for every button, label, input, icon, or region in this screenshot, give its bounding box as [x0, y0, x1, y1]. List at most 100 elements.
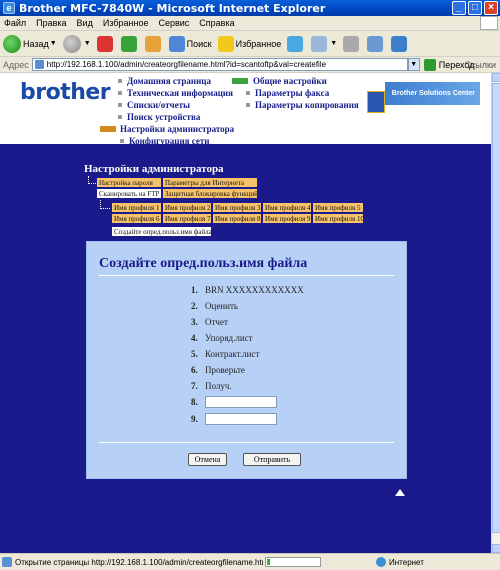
tab-profile-5[interactable]: Имя профиля 5: [312, 202, 364, 213]
nav-copy-settings-link[interactable]: Параметры копирования: [232, 99, 359, 111]
maximize-button[interactable]: □: [468, 1, 482, 15]
favorites-label: Избранное: [235, 38, 282, 49]
list-item: 4. Упоряд.лист: [191, 331, 253, 345]
vertical-scrollbar[interactable]: [491, 73, 500, 553]
nav-left: Домашняя страница Техническая информация…: [118, 75, 233, 123]
scroll-up-button[interactable]: [492, 73, 500, 82]
tab-profile-7[interactable]: Имя профиля 7: [162, 213, 212, 224]
solutions-center-link[interactable]: Brother Solutions Center: [385, 82, 480, 105]
minimize-button[interactable]: _: [452, 1, 466, 15]
window-title: Brother MFC-7840W - Microsoft Internet E…: [19, 1, 326, 15]
divider: [99, 275, 394, 276]
item-text: Получ.: [205, 381, 232, 391]
search-icon: [168, 35, 185, 52]
nav-label: Общие настройки: [253, 76, 327, 86]
back-button[interactable]: Назад ▼: [3, 34, 57, 53]
chevron-down-icon: ▼: [83, 40, 91, 47]
home-button[interactable]: [144, 35, 163, 52]
menu-bar: Файл Правка Вид Избранное Сервис Справка: [0, 16, 500, 31]
bullet-icon: [118, 115, 122, 119]
address-bar: Адрес http://192.168.1.100/admin/createo…: [0, 57, 500, 73]
tab-profile-9[interactable]: Имя профиля 9: [262, 213, 312, 224]
address-url: http://192.168.1.100/admin/createorgfile…: [46, 60, 327, 69]
menu-file[interactable]: Файл: [4, 18, 26, 28]
filename-8-input[interactable]: [205, 396, 277, 408]
item-number: 9.: [191, 414, 198, 424]
nav-find-device-link[interactable]: Поиск устройства: [118, 111, 233, 123]
forward-arrow-icon: [62, 34, 81, 53]
address-label: Адрес: [3, 59, 29, 70]
admin-title: Настройки администратора: [84, 163, 224, 175]
scroll-down-button[interactable]: [492, 544, 500, 553]
tab-scan-to-ftp[interactable]: Сканировать на FTP: [96, 188, 162, 199]
tab-create-filename[interactable]: Создайте опред.польз.имя файла: [111, 226, 212, 237]
submit-button[interactable]: Отправить: [243, 453, 301, 466]
tab-secure-lock[interactable]: Защитная блокировка функций: [162, 188, 258, 199]
close-button[interactable]: ×: [484, 1, 498, 15]
go-arrow-icon: [423, 58, 436, 71]
refresh-button[interactable]: [120, 35, 139, 52]
nav-label: Домашняя страница: [127, 76, 211, 86]
globe-icon: [376, 557, 386, 567]
key-icon: [232, 78, 248, 84]
menu-edit[interactable]: Правка: [36, 18, 66, 28]
tab-profile-1[interactable]: Имя профиля 1: [111, 202, 162, 213]
tab-profile-2[interactable]: Имя профиля 2: [162, 202, 212, 213]
page-icon: [34, 60, 44, 69]
tab-password[interactable]: Настройка пароля: [96, 177, 162, 188]
star-icon: [217, 35, 234, 52]
ie-icon: e: [3, 2, 15, 14]
address-dropdown-button[interactable]: ▼: [407, 58, 420, 71]
scroll-top-icon[interactable]: [395, 489, 405, 496]
nav-admin-settings-link[interactable]: Настройки администратора: [100, 123, 234, 135]
menu-tools[interactable]: Сервис: [158, 18, 189, 28]
nav-label: Параметры копирования: [255, 100, 359, 110]
edit-button[interactable]: [367, 35, 385, 52]
window-titlebar: e Brother MFC-7840W - Microsoft Internet…: [0, 0, 500, 16]
item-number: 2.: [191, 301, 198, 311]
chevron-down-icon: ▼: [330, 40, 338, 47]
address-input[interactable]: http://192.168.1.100/admin/createorgfile…: [31, 58, 408, 71]
links-button[interactable]: Ссылки: [464, 60, 496, 70]
search-button[interactable]: Поиск: [168, 35, 212, 52]
item-number: 4.: [191, 333, 198, 343]
nav-reports-link[interactable]: Списки/отчеты: [118, 99, 233, 111]
tree-line: [100, 200, 110, 209]
toolbar: Назад ▼ ▼ Поиск Избранное ▼: [0, 31, 500, 57]
menu-favorites[interactable]: Избранное: [103, 18, 149, 28]
nav-home-link[interactable]: Домашняя страница: [118, 75, 233, 87]
cancel-button[interactable]: Отмена: [188, 453, 227, 466]
print-button[interactable]: [343, 35, 361, 52]
create-filename-form: Создайте опред.польз.имя файла 1. BRN XXX…: [86, 241, 407, 479]
nav-general-settings-link[interactable]: Общие настройки: [232, 75, 359, 87]
tab-profile-3[interactable]: Имя профиля 3: [212, 202, 262, 213]
tab-profile-10[interactable]: Имя профиля 10: [312, 213, 364, 224]
list-item: 1. BRN XXXXXXXXXXXX: [191, 283, 304, 297]
menu-view[interactable]: Вид: [77, 18, 93, 28]
mail-button[interactable]: ▼: [311, 35, 338, 52]
form-title: Создайте опред.польз.имя файла: [99, 256, 308, 271]
filename-9-input[interactable]: [205, 413, 277, 425]
tab-profile-4[interactable]: Имя профиля 4: [262, 202, 312, 213]
nav-tech-info-link[interactable]: Техническая информация: [118, 87, 233, 99]
item-number: 5.: [191, 349, 198, 359]
tab-profile-6[interactable]: Имя профиля 6: [111, 213, 162, 224]
tab-internet-settings[interactable]: Параметры для Интернета: [162, 177, 258, 188]
history-icon: [287, 35, 304, 52]
nav-label: Списки/отчеты: [127, 100, 191, 110]
progress-bar: [265, 557, 321, 567]
mail-icon: [311, 35, 328, 52]
nav-fax-settings-link[interactable]: Параметры факса: [232, 87, 359, 99]
scroll-thumb[interactable]: [492, 83, 500, 533]
messenger-button[interactable]: [391, 35, 409, 52]
history-button[interactable]: [287, 35, 305, 52]
forward-button[interactable]: ▼: [62, 34, 91, 53]
list-item: 9.: [191, 412, 277, 426]
progress-fill: [267, 559, 270, 565]
tab-profile-8[interactable]: Имя профиля 8: [212, 213, 262, 224]
stop-icon: [96, 35, 113, 52]
menu-help[interactable]: Справка: [199, 18, 234, 28]
list-item: 5. Контракт.лист: [191, 347, 259, 361]
stop-button[interactable]: [96, 35, 115, 52]
favorites-button[interactable]: Избранное: [217, 35, 282, 52]
